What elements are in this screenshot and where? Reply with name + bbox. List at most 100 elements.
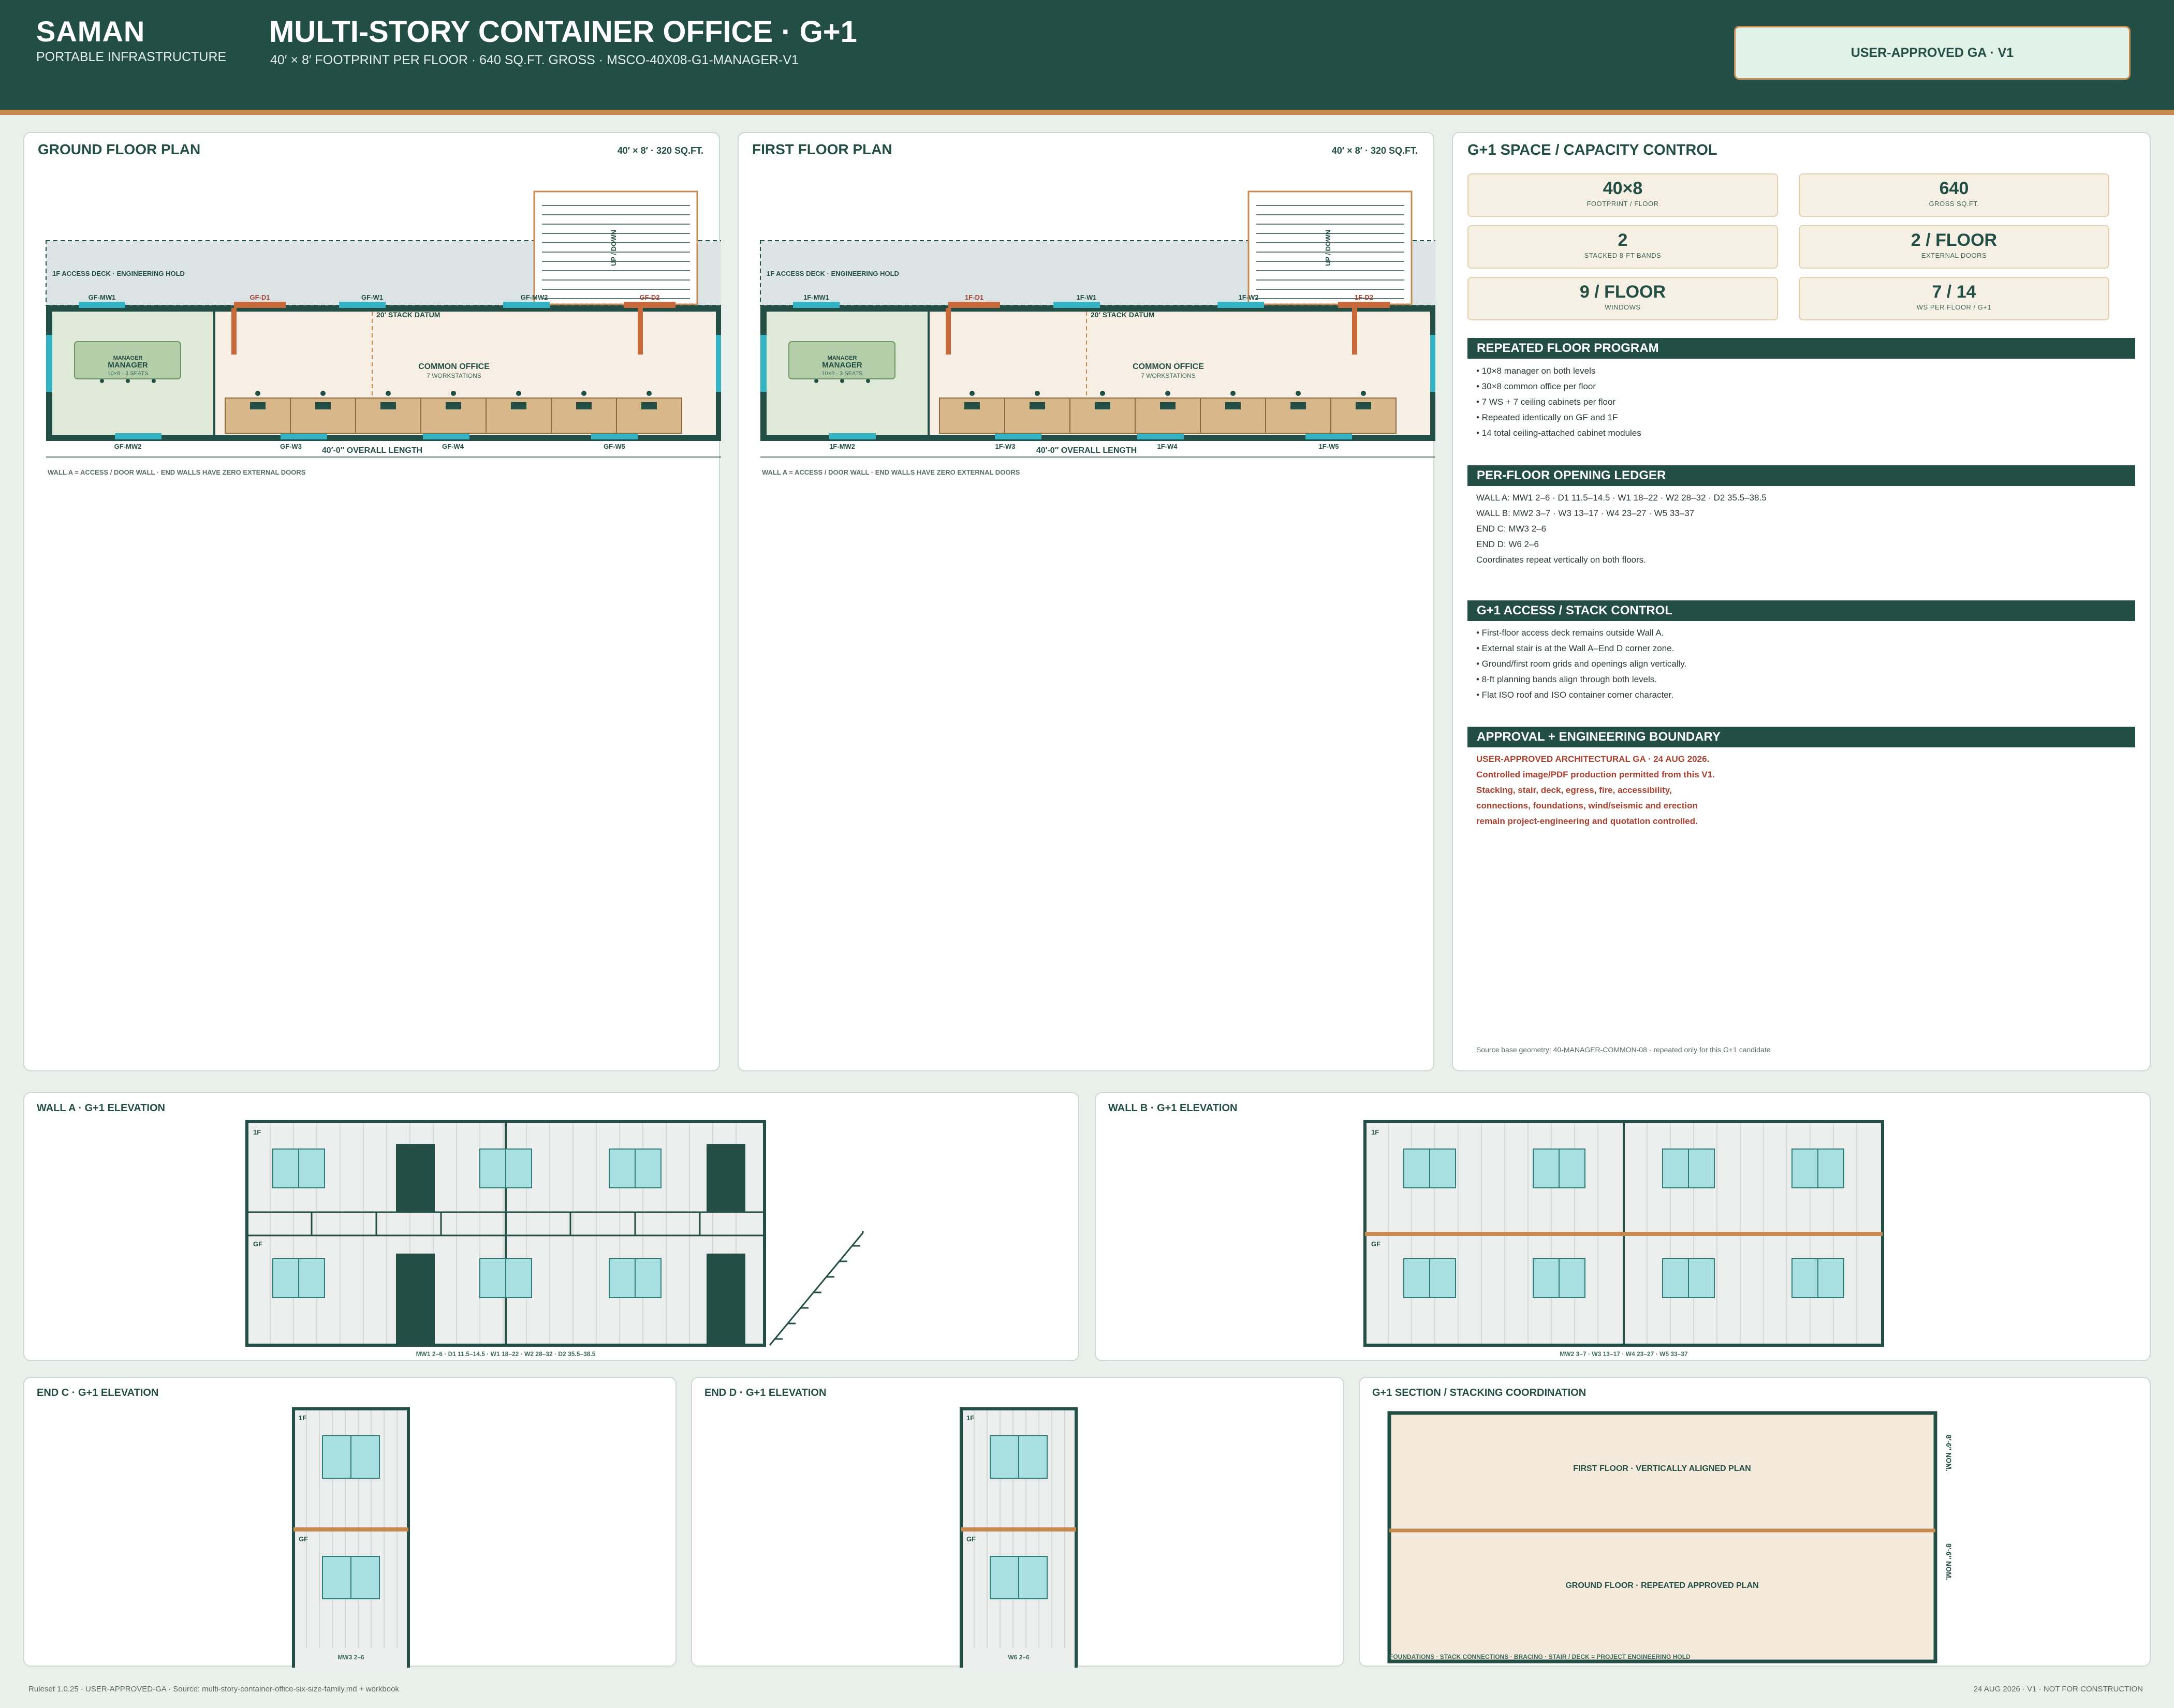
header-accent-stripe [0, 110, 2174, 115]
window-w5 [1305, 433, 1352, 439]
list-item: • 8-ft planning bands align through both… [1476, 674, 1657, 684]
access-list: • First-floor access deck remains outsid… [1476, 625, 2128, 703]
door-d1 [948, 302, 1000, 308]
stat-value: 2 / FLOOR [1911, 230, 1997, 250]
level-label-1f: 1F [1371, 1128, 1379, 1136]
tag-d1: GF-D1 [250, 293, 270, 301]
common-office-label: COMMON OFFICE [1133, 362, 1204, 371]
wall-b-elevation-drawing: 1F GF MW2 3–7 · W3 13–17 · W4 23–27 · W5… [1363, 1120, 1884, 1358]
list-item: • Repeated identically on GF and 1F [1476, 413, 1618, 422]
tag-w1: GF-W1 [361, 293, 383, 301]
tag-w1: 1F-W1 [1077, 293, 1097, 301]
stair-label: UP / DOWN [610, 230, 618, 266]
list-item: • External stair is at the Wall A–End D … [1476, 643, 1674, 653]
level-label-gf: GF [1371, 1240, 1380, 1248]
tag-w5: GF-W5 [604, 443, 625, 450]
level-label-gf: GF [299, 1535, 308, 1543]
door-leaf-d1 [946, 308, 951, 355]
stat-label: STACKED 8-FT BANDS [1584, 252, 1662, 259]
door-d2 [1338, 302, 1390, 308]
common-office-sub: 7 WORKSTATIONS [427, 372, 481, 379]
common-office-sub: 7 WORKSTATIONS [1141, 372, 1196, 379]
program-list: • 10×8 manager on both levels • 30×8 com… [1476, 363, 2128, 441]
list-item: • Flat ISO roof and ISO container corner… [1476, 690, 1674, 700]
stat-label: WS PER FLOOR / G+1 [1916, 303, 1992, 311]
brand-subtitle: PORTABLE INFRASTRUCTURE [36, 50, 227, 64]
tag-w2: 1F-W2 [1239, 293, 1259, 301]
level-label-gf: GF [253, 1240, 262, 1248]
elevation-caption: W6 2–6 [1008, 1654, 1030, 1661]
first-floor-plan-drawing: 1F ACCESS DECK · ENGINEERING HOLD UP / D… [760, 190, 1435, 476]
list-item: connections, foundations, wind/seismic a… [1476, 801, 1698, 811]
stat-label: WINDOWS [1605, 303, 1641, 311]
level-label-gf: GF [966, 1535, 976, 1543]
stat-value: 2 [1618, 230, 1628, 250]
end-window-right [1430, 335, 1435, 392]
window-w2 [1217, 302, 1264, 308]
footer-ruleset: Ruleset 1.0.25 · USER-APPROVED-GA · Sour… [28, 1685, 399, 1694]
window-mw1 [79, 302, 125, 308]
tag-w4: GF-W4 [442, 443, 464, 450]
first-floor-plan-panel: FIRST FLOOR PLAN 40′ × 8′ · 320 SQ.FT. 1… [738, 132, 1435, 1071]
door-leaf-d2 [1352, 308, 1357, 355]
brand-name: SAMAN [36, 15, 145, 48]
door-d1 [396, 1144, 435, 1212]
plan-note: WALL A = ACCESS / DOOR WALL · END WALLS … [762, 468, 1020, 476]
ledger-list: WALL A: MW1 2–6 · D1 11.5–14.5 · W1 18–2… [1476, 490, 2128, 568]
manager-seats-label: 10×8 · 3 SEATS [108, 371, 149, 377]
tag-d2: 1F-D2 [1355, 293, 1373, 301]
window-w1 [339, 302, 386, 308]
list-item: USER-APPROVED ARCHITECTURAL GA · 24 AUG … [1476, 754, 1710, 764]
end-c-elevation-drawing: 1F GF MW3 2–6 [292, 1407, 410, 1668]
overall-dimension: 40′-0″ OVERALL LENGTH [1036, 446, 1137, 455]
end-window-right [716, 335, 721, 392]
door-leaf-d1 [231, 308, 237, 355]
list-item: • 7 WS + 7 ceiling cabinets per floor [1476, 397, 1616, 407]
approval-badge: USER-APPROVED GA · V1 [1734, 26, 2131, 80]
window-w2 [503, 302, 550, 308]
stat-tile-doors: 2 / FLOOR EXTERNAL DOORS [1799, 225, 2109, 269]
window-w4 [1137, 433, 1184, 439]
level-label-1f: 1F [253, 1128, 261, 1136]
window-w5 [591, 433, 638, 439]
window-w3 [281, 433, 327, 439]
list-item: Stacking, stair, deck, egress, fire, acc… [1476, 785, 1672, 795]
list-item: Controlled image/PDF production permitte… [1476, 770, 1715, 779]
window-mw2 [829, 433, 876, 439]
approval-heading: APPROVAL + ENGINEERING BOUNDARY [1467, 727, 2135, 747]
list-item: • 30×8 common office per floor [1476, 381, 1596, 391]
door-d2 [624, 302, 675, 308]
list-item: Coordinates repeat vertically on both fl… [1476, 555, 1646, 565]
tag-mw1: GF-MW1 [89, 293, 116, 301]
list-item: WALL B: MW2 3–7 · W3 13–17 · W4 23–27 · … [1476, 508, 1695, 518]
stat-label: FOOTPRINT / FLOOR [1587, 200, 1659, 208]
stair-label: UP / DOWN [1324, 230, 1332, 266]
datum-label: 20′ STACK DATUM [1091, 311, 1154, 319]
tag-mw1: 1F-MW1 [803, 293, 829, 301]
section-upper-label: FIRST FLOOR · VERTICALLY ALIGNED PLAN [1573, 1464, 1751, 1473]
wall-b-elevation-panel: WALL B · G+1 ELEVATION 1F GF MW2 3–7 · W… [1095, 1092, 2151, 1361]
window-w4 [423, 433, 469, 439]
manager-room-label: MANAGER [108, 361, 148, 370]
plan-note: WALL A = ACCESS / DOOR WALL · END WALLS … [48, 468, 306, 476]
elevation-caption: MW1 2–6 · D1 11.5–14.5 · W1 18–22 · W2 2… [416, 1350, 596, 1358]
end-d-elevation-drawing: 1F GF W6 2–6 [960, 1407, 1078, 1668]
tag-w2: GF-MW2 [521, 293, 548, 301]
source-note: Source base geometry: 40-MANAGER-COMMON-… [1476, 1046, 1771, 1054]
page-subtitle: 40′ × 8′ FOOTPRINT PER FLOOR · 640 SQ.FT… [270, 53, 799, 67]
level-label-1f: 1F [966, 1414, 974, 1422]
stat-value: 640 [1939, 179, 1969, 198]
section-panel: G+1 SECTION / STACKING COORDINATION FIRS… [1359, 1377, 2151, 1667]
window-mw1 [793, 302, 840, 308]
door-d1 [396, 1254, 435, 1344]
approval-list: USER-APPROVED ARCHITECTURAL GA · 24 AUG … [1476, 752, 2128, 829]
wall-a-elevation-drawing: 1F GF MW1 2–6 · D1 11.5–14.5 · W1 18–22 … [245, 1120, 864, 1358]
door-leaf-d2 [638, 308, 643, 355]
overall-dimension: 40′-0″ OVERALL LENGTH [322, 446, 422, 455]
tag-w5: 1F-W5 [1319, 443, 1339, 450]
tag-w3: GF-W3 [280, 443, 302, 450]
window-mw2 [115, 433, 161, 439]
stat-value: 7 / 14 [1932, 282, 1976, 302]
header-bar: SAMAN PORTABLE INFRASTRUCTURE MULTI-STOR… [0, 0, 2174, 110]
tag-d2: GF-D2 [640, 293, 660, 301]
